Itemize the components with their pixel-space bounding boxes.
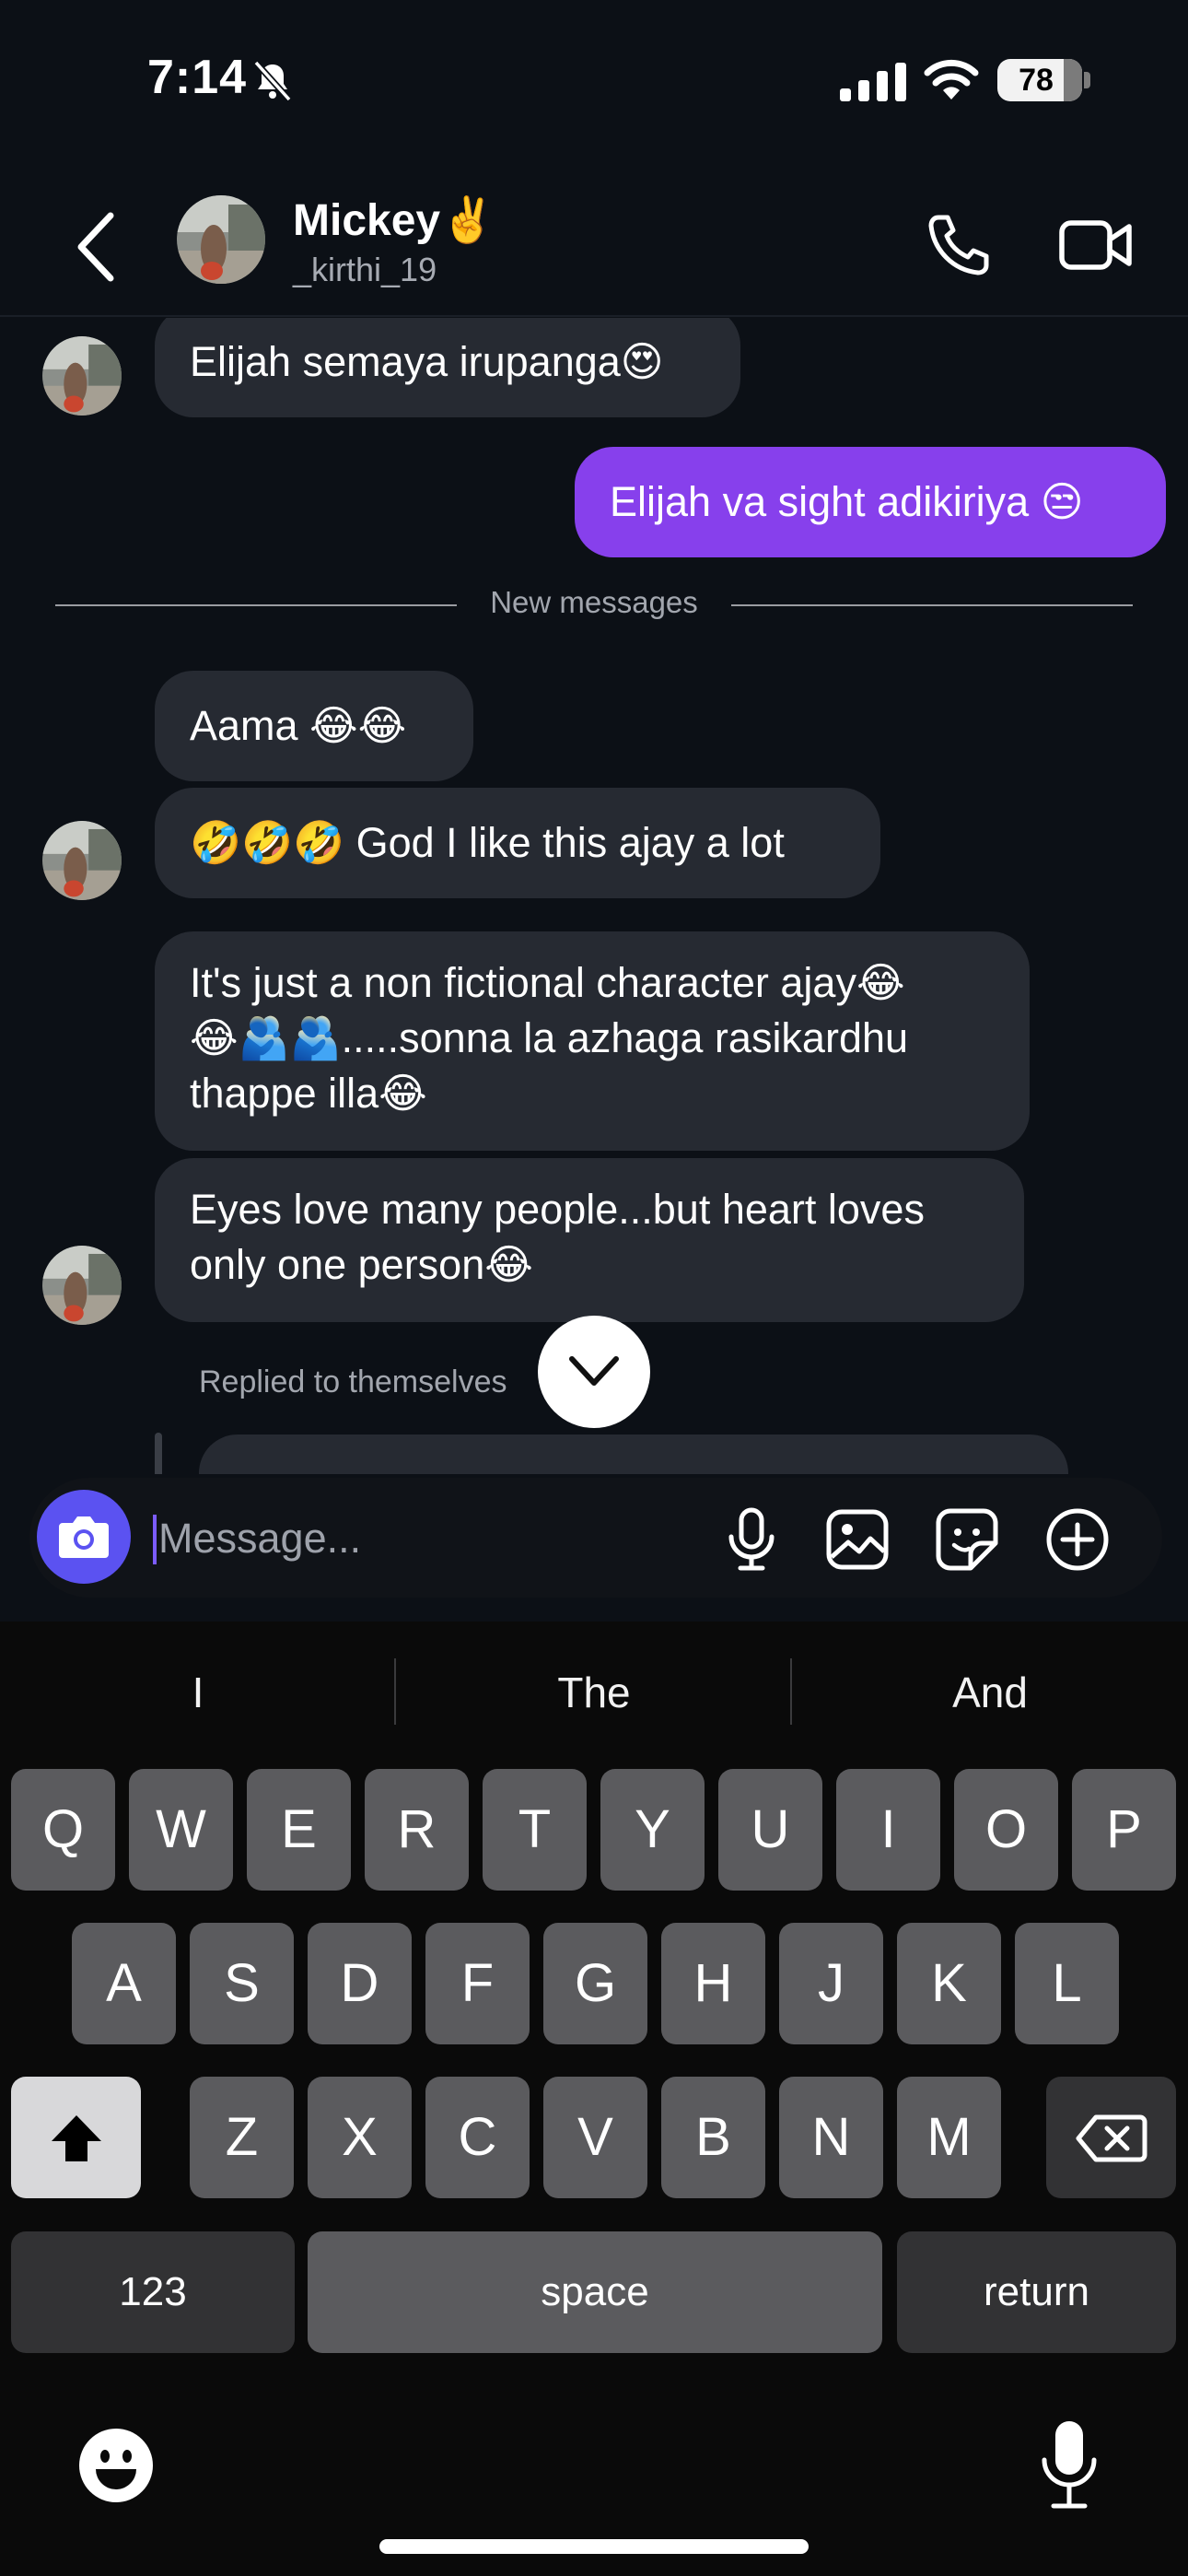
- key-i[interactable]: I: [836, 1769, 940, 1891]
- key-n[interactable]: N: [779, 2077, 883, 2198]
- shift-arrow-icon: [52, 2115, 101, 2161]
- key-p[interactable]: P: [1072, 1769, 1176, 1891]
- back-chevron-icon[interactable]: [74, 210, 120, 284]
- numbers-key[interactable]: 123: [11, 2231, 295, 2353]
- key-h[interactable]: H: [661, 1923, 765, 2044]
- new-messages-divider-right: [731, 604, 1133, 606]
- key-x[interactable]: X: [308, 2077, 412, 2198]
- key-j[interactable]: J: [779, 1923, 883, 2044]
- key-o[interactable]: O: [954, 1769, 1058, 1891]
- message-bubble-received[interactable]: Eyes love many people...but heart loves …: [155, 1158, 1024, 1322]
- key-y[interactable]: Y: [600, 1769, 705, 1891]
- dictation-microphone-icon[interactable]: [1037, 2419, 1101, 2512]
- sticker-icon[interactable]: [936, 1508, 998, 1571]
- key-v[interactable]: V: [543, 2077, 647, 2198]
- space-key[interactable]: space: [308, 2231, 882, 2353]
- key-c[interactable]: C: [425, 2077, 530, 2198]
- add-plus-icon[interactable]: [1045, 1507, 1110, 1572]
- message-bubble-sent[interactable]: Elijah va sight adikiriya 😒: [575, 447, 1166, 557]
- sender-avatar[interactable]: [42, 1246, 122, 1325]
- key-f[interactable]: F: [425, 1923, 530, 2044]
- gallery-icon[interactable]: [826, 1509, 889, 1570]
- key-a[interactable]: A: [72, 1923, 176, 2044]
- key-t[interactable]: T: [483, 1769, 587, 1891]
- key-g[interactable]: G: [543, 1923, 647, 2044]
- shift-key[interactable]: [11, 2077, 141, 2198]
- battery-percentage: 78: [1019, 63, 1054, 98]
- suggestion-word[interactable]: And: [792, 1629, 1188, 1756]
- reply-context-label: Replied to themselves: [199, 1364, 507, 1399]
- contact-username[interactable]: _kirthi_19: [293, 251, 437, 289]
- message-bubble-received[interactable]: It's just a non fictional character ajay…: [155, 931, 1030, 1151]
- camera-icon: [59, 1516, 109, 1558]
- text-cursor: [153, 1515, 157, 1564]
- video-call-icon[interactable]: [1059, 214, 1133, 275]
- key-r[interactable]: R: [365, 1769, 469, 1891]
- contact-avatar[interactable]: [177, 195, 265, 284]
- battery-tip: [1084, 72, 1090, 88]
- suggestion-word[interactable]: The: [396, 1629, 792, 1756]
- chevron-down-icon: [569, 1356, 619, 1386]
- phone-call-icon[interactable]: [926, 212, 992, 278]
- battery-indicator: 78: [997, 59, 1082, 101]
- camera-button[interactable]: [37, 1490, 131, 1584]
- scroll-to-bottom-button[interactable]: [538, 1316, 650, 1428]
- bell-slash-icon: [253, 60, 292, 102]
- key-m[interactable]: M: [897, 2077, 1001, 2198]
- new-messages-divider-label: New messages: [490, 585, 698, 619]
- chat-header: Mickey✌️ _kirthi_19: [0, 175, 1188, 317]
- status-time: 7:14: [147, 51, 248, 104]
- message-thread[interactable]: Elijah semaya irupanga😍 Elijah va sight …: [0, 318, 1188, 1474]
- return-key[interactable]: return: [897, 2231, 1176, 2353]
- message-bubble-received[interactable]: Elijah semaya irupanga😍: [155, 318, 740, 417]
- sender-avatar[interactable]: [42, 821, 122, 900]
- key-s[interactable]: S: [190, 1923, 294, 2044]
- cellular-signal-icon: [840, 63, 906, 101]
- key-k[interactable]: K: [897, 1923, 1001, 2044]
- emoji-keyboard-icon[interactable]: [77, 2427, 155, 2504]
- key-z[interactable]: Z: [190, 2077, 294, 2198]
- home-indicator[interactable]: [379, 2539, 809, 2554]
- quoted-message-bubble[interactable]: [199, 1434, 1068, 1474]
- key-d[interactable]: D: [308, 1923, 412, 2044]
- status-bar: 7:14 78: [0, 0, 1188, 157]
- key-q[interactable]: Q: [11, 1769, 115, 1891]
- contact-name[interactable]: Mickey✌️: [293, 193, 495, 246]
- key-e[interactable]: E: [247, 1769, 351, 1891]
- key-u[interactable]: U: [718, 1769, 822, 1891]
- backspace-key[interactable]: [1046, 2077, 1176, 2198]
- message-input[interactable]: [158, 1504, 674, 1574]
- key-w[interactable]: W: [129, 1769, 233, 1891]
- key-b[interactable]: B: [661, 2077, 765, 2198]
- wifi-icon: [924, 59, 979, 100]
- suggestion-word[interactable]: I: [0, 1629, 396, 1756]
- message-bubble-received[interactable]: 🤣🤣🤣 God I like this ajay a lot: [155, 788, 880, 898]
- message-bubble-received[interactable]: Aama 😂😂: [155, 671, 473, 781]
- microphone-icon[interactable]: [726, 1507, 777, 1572]
- backspace-icon: [1076, 2114, 1147, 2162]
- sender-avatar[interactable]: [42, 336, 122, 416]
- reply-quote-bar: [155, 1433, 162, 1474]
- key-l[interactable]: L: [1015, 1923, 1119, 2044]
